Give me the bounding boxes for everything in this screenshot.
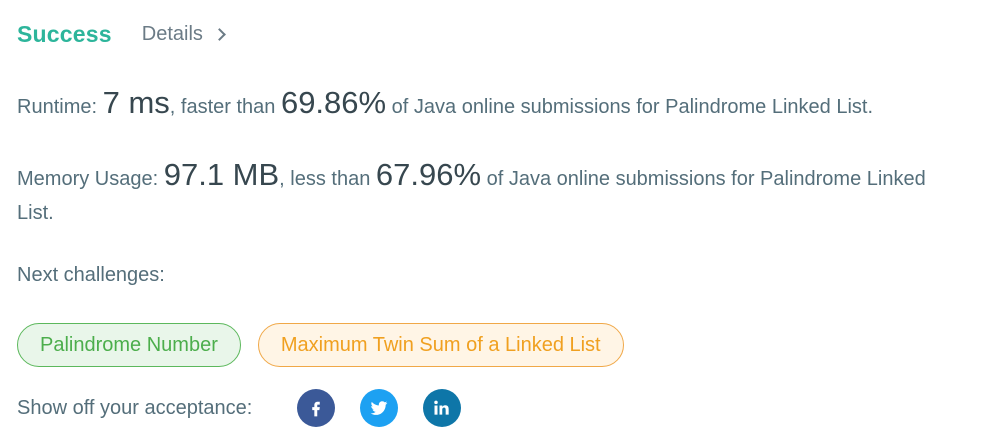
- runtime-suffix: of Java online submissions for Palindrom…: [386, 96, 874, 118]
- status-text: Success: [17, 20, 112, 47]
- twitter-share-button[interactable]: [360, 389, 399, 427]
- memory-label: Memory Usage:: [17, 168, 164, 190]
- twitter-icon: [371, 401, 388, 415]
- share-row: Show off your acceptance:: [17, 389, 462, 427]
- linkedin-icon: [434, 400, 450, 415]
- runtime-value: 7 ms: [102, 85, 170, 120]
- result-header: Success Details: [17, 16, 226, 52]
- runtime-line: Runtime: 7 ms, faster than 69.86% of Jav…: [17, 86, 977, 124]
- share-label: Show off your acceptance:: [17, 396, 253, 419]
- details-link[interactable]: Details: [141, 22, 226, 46]
- facebook-share-button[interactable]: [297, 389, 336, 427]
- details-label: Details: [141, 22, 203, 45]
- challenge-maximum-twin-sum[interactable]: Maximum Twin Sum of a Linked List: [257, 323, 624, 367]
- facebook-icon: [312, 401, 321, 417]
- memory-line: Memory Usage: 97.1 MB, less than 67.96% …: [17, 158, 957, 230]
- next-challenges-list: Palindrome Number Maximum Twin Sum of a …: [17, 323, 641, 367]
- runtime-percent: 69.86%: [280, 85, 387, 120]
- memory-percent: 67.96%: [375, 157, 482, 192]
- next-challenges-label: Next challenges:: [17, 264, 165, 286]
- challenge-palindrome-number[interactable]: Palindrome Number: [17, 323, 241, 367]
- runtime-label: Runtime:: [17, 96, 103, 118]
- chevron-right-icon: [213, 27, 226, 41]
- memory-comparison: , less than: [279, 168, 376, 190]
- memory-value: 97.1 MB: [163, 157, 280, 192]
- runtime-comparison: , faster than: [169, 96, 281, 118]
- linkedin-share-button[interactable]: [423, 389, 462, 427]
